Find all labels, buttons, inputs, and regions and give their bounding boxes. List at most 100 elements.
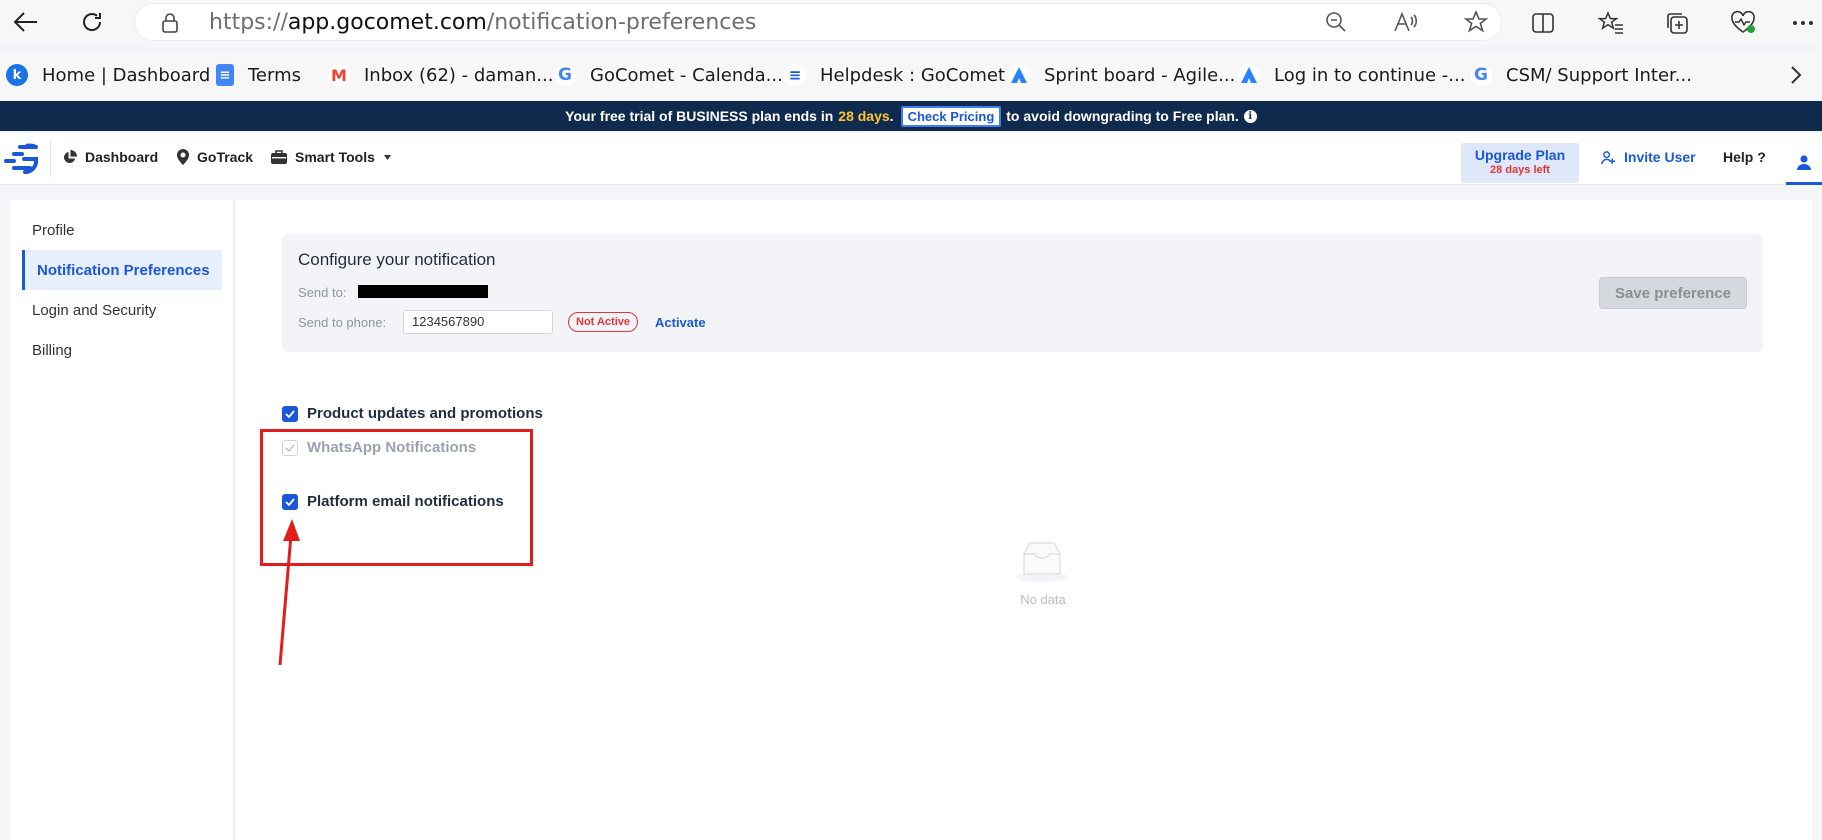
trial-banner: Your free trial of BUSINESS plan ends in… <box>0 101 1822 131</box>
check-icon <box>285 409 295 418</box>
check-pricing-button[interactable]: Check Pricing <box>900 105 1002 127</box>
redacted-email <box>358 285 488 298</box>
zoom-out-button[interactable] <box>1321 7 1351 37</box>
checkbox-checked[interactable] <box>282 405 298 422</box>
trial-dot: . <box>889 108 894 124</box>
split-screen-button[interactable] <box>1528 8 1558 38</box>
settings-sidebar: Profile Notification Preferences Login a… <box>10 200 234 840</box>
toolbox-icon <box>271 150 287 164</box>
sidebar-item-notification-preferences[interactable]: Notification Preferences <box>22 250 222 290</box>
split-screen-icon <box>1532 13 1554 33</box>
bookmark-inbox[interactable]: M Inbox (62) - daman... <box>328 60 553 90</box>
help-button[interactable]: Help ? <box>1723 149 1766 165</box>
no-data-text: No data <box>1020 592 1066 607</box>
sidebar-item-login-security[interactable]: Login and Security <box>10 290 222 330</box>
read-aloud-button[interactable] <box>1391 7 1421 37</box>
docs-icon: ≡ <box>216 64 234 86</box>
help-label: Help <box>1723 149 1754 165</box>
page-scrollbar[interactable] <box>1812 200 1822 840</box>
bookmark-label: Inbox (62) - daman... <box>364 64 554 86</box>
k-icon: k <box>6 64 28 86</box>
trial-days: 28 days <box>838 108 890 124</box>
bookmark-gocomet-calendar[interactable]: G GoComet - Calenda... <box>554 60 783 90</box>
browser-essentials-button[interactable] <box>1728 8 1758 38</box>
invite-user-label: Invite User <box>1624 149 1696 165</box>
trial-text-after: to avoid downgrading to Free plan. <box>1006 108 1239 124</box>
collections-button[interactable] <box>1662 8 1692 38</box>
option-product-updates[interactable]: Product updates and promotions <box>282 405 543 422</box>
lock-icon <box>162 13 178 33</box>
bookmarks-overflow-button[interactable] <box>1790 60 1802 90</box>
configure-notification-panel: Configure your notification Send to: Sen… <box>282 234 1763 352</box>
star-icon <box>1464 10 1488 33</box>
status-badge: Not Active <box>568 312 638 332</box>
bookmarks-bar: k Home | Dashboard ≡ Terms M Inbox (62) - d… <box>0 52 1822 98</box>
reload-button[interactable] <box>74 6 110 38</box>
sidebar-item-billing[interactable]: Billing <box>10 330 222 370</box>
collections-icon <box>1667 13 1688 34</box>
more-menu-button[interactable] <box>1788 8 1818 38</box>
more-dots-icon <box>1793 21 1813 25</box>
upgrade-plan-button[interactable]: Upgrade Plan 28 days left <box>1461 143 1579 183</box>
bookmark-csm-support[interactable]: G CSM/ Support Inter... <box>1470 60 1692 90</box>
nav-dashboard-label: Dashboard <box>85 149 159 165</box>
favorite-button[interactable] <box>1461 7 1491 37</box>
bookmark-label: Log in to continue -... <box>1274 64 1466 86</box>
empty-inbox-icon <box>1014 540 1070 587</box>
nav-gotrack-label: GoTrack <box>197 149 254 165</box>
heart-pulse-icon <box>1731 11 1755 33</box>
favorites-button[interactable] <box>1596 8 1626 38</box>
url-domain: app.gocomet.com <box>287 9 487 35</box>
read-aloud-icon <box>1394 11 1418 32</box>
url-scheme: https:// <box>209 9 288 35</box>
invite-user-button[interactable]: Invite User <box>1601 149 1696 165</box>
bookmark-helpdesk[interactable]: ≡ Helpdesk : GoComet <box>784 60 1005 90</box>
bookmark-label: Helpdesk : GoComet <box>820 64 1006 86</box>
nav-gotrack[interactable]: GoTrack <box>177 149 253 165</box>
atlassian-icon <box>1008 64 1030 86</box>
nav-smart-tools-label: Smart Tools <box>295 149 375 165</box>
trial-text: Your free trial of BUSINESS plan ends in <box>565 108 834 124</box>
info-icon[interactable]: i <box>1243 109 1257 123</box>
activate-link[interactable]: Activate <box>655 315 706 330</box>
config-title: Configure your notification <box>298 250 496 269</box>
browser-toolbar: https://app.gocomet.com/notification-pre… <box>0 0 1822 44</box>
gocomet-icon: ≡ <box>784 64 806 86</box>
upgrade-plan-label: Upgrade Plan <box>1474 147 1566 163</box>
favorites-list-icon <box>1598 11 1623 34</box>
chevron-right-icon <box>1791 66 1802 84</box>
atlassian-icon <box>1238 64 1260 86</box>
bookmark-label: CSM/ Support Inter... <box>1506 64 1692 86</box>
google-icon: G <box>554 64 576 86</box>
app-header: Dashboard GoTrack Smart Tools Upgrade Pl… <box>0 133 1822 185</box>
option-label: Product updates and promotions <box>307 405 543 422</box>
bookmark-sprint-board[interactable]: Sprint board - Agile... <box>1008 60 1235 90</box>
phone-input[interactable]: 1234567890 <box>403 310 553 334</box>
gocomet-logo-icon <box>4 143 38 174</box>
address-bar[interactable]: https://app.gocomet.com/notification-pre… <box>134 3 1502 41</box>
upgrade-days-left: 28 days left <box>1490 164 1550 176</box>
bookmark-log-in[interactable]: Log in to continue -... <box>1238 60 1465 90</box>
caret-down-icon <box>383 154 391 160</box>
url-path: /notification-preferences <box>486 9 757 35</box>
gocomet-logo[interactable] <box>0 143 44 175</box>
nav-dashboard[interactable]: Dashboard <box>62 149 158 165</box>
bookmark-home-dashboard[interactable]: k Home | Dashboard <box>6 60 210 90</box>
gmail-icon: M <box>328 64 350 86</box>
url-text: https://app.gocomet.com/notification-pre… <box>209 10 756 35</box>
bookmark-terms[interactable]: ≡ Terms <box>216 60 301 90</box>
add-user-icon <box>1601 150 1616 164</box>
send-to-label: Send to: <box>298 285 347 300</box>
nav-smart-tools[interactable]: Smart Tools <box>271 149 391 165</box>
bookmark-label: Home | Dashboard <box>42 64 211 86</box>
pie-chart-icon <box>63 149 77 163</box>
back-button[interactable] <box>8 6 44 38</box>
bookmark-label: Terms <box>248 64 302 86</box>
reload-icon <box>83 13 102 31</box>
sidebar-item-label: Billing <box>32 341 73 359</box>
sidebar-item-profile[interactable]: Profile <box>10 210 222 250</box>
bookmark-label: Sprint board - Agile... <box>1044 64 1236 86</box>
save-preference-button[interactable]: Save preference <box>1599 277 1747 309</box>
user-profile-button[interactable] <box>1786 143 1822 185</box>
bookmark-label: GoComet - Calenda... <box>590 64 783 86</box>
